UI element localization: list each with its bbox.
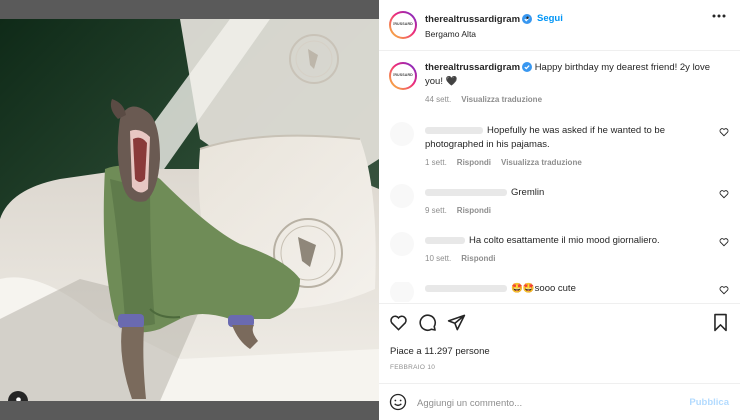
verified-badge-icon <box>522 62 533 72</box>
reply-link[interactable]: Rispondi <box>461 254 495 263</box>
comment-body: Gremlin <box>425 186 710 200</box>
comment-body: Ha colto esattamente il mio mood giornal… <box>425 234 710 248</box>
comment-item: 🤩🤩sooo cute <box>379 282 740 302</box>
caption-translate-link[interactable]: Visualizza traduzione <box>461 95 542 104</box>
comment-meta: 9 sett. Rispondi <box>425 206 710 215</box>
smiley-icon[interactable] <box>389 393 407 411</box>
reply-link[interactable]: Rispondi <box>457 158 491 167</box>
caption-age: 44 sett. <box>425 95 452 104</box>
comment-bubble-icon[interactable] <box>418 313 437 332</box>
comment-age: 1 sett. <box>425 158 447 167</box>
reply-link[interactable]: Rispondi <box>457 206 491 215</box>
publish-button[interactable]: Pubblica <box>689 397 729 408</box>
post-photo[interactable] <box>0 19 379 401</box>
commenter-avatar[interactable] <box>390 122 414 146</box>
comment-body: 🤩🤩sooo cute <box>425 282 710 296</box>
post-location[interactable]: Bergamo Alta <box>425 29 476 39</box>
comment-like-heart-icon[interactable] <box>719 127 729 137</box>
commenter-username-redacted[interactable] <box>425 188 507 196</box>
comment-input[interactable] <box>417 394 677 412</box>
comment-like-heart-icon[interactable] <box>719 285 729 295</box>
comment-body: Hopefully he was asked if he wanted to b… <box>425 124 710 152</box>
author-username-text: therealtrussardigram <box>425 14 521 25</box>
user-tag-icon <box>15 396 21 401</box>
comment-item: Ha colto esattamente il mio mood giornal… <box>379 232 740 263</box>
commenter-username-redacted[interactable] <box>425 236 465 244</box>
caption-body: therealtrussardigram Happy birthday my d… <box>425 61 726 89</box>
caption-meta: 44 sett. Visualizza traduzione <box>425 95 726 104</box>
commenter-avatar[interactable] <box>390 232 414 256</box>
commenter-avatar[interactable] <box>390 282 414 302</box>
avatar-logo-text: TRUSSARDI <box>392 22 414 27</box>
comment-text: 🤩🤩sooo cute <box>511 283 576 294</box>
comment-age: 9 sett. <box>425 206 447 215</box>
more-horizontal-icon[interactable] <box>712 14 726 18</box>
comment-age: 10 sett. <box>425 254 452 263</box>
post-header: TRUSSARDI therealtrussardigram • Segui B… <box>379 0 740 51</box>
commenter-username-redacted[interactable] <box>425 126 483 134</box>
bookmark-icon[interactable] <box>712 313 729 332</box>
dog-in-pajamas-image <box>0 19 379 401</box>
like-count-text: Piace a 11.297 persone <box>390 346 490 357</box>
post-details-panel: TRUSSARDI therealtrussardigram • Segui B… <box>379 0 740 420</box>
comment-translate-link[interactable]: Visualizza traduzione <box>501 158 582 167</box>
comment-item: Hopefully he was asked if he wanted to b… <box>379 122 740 167</box>
comment-text: Gremlin <box>511 187 545 198</box>
caption-avatar[interactable]: TRUSSARDI <box>389 62 417 90</box>
comment-like-heart-icon[interactable] <box>719 189 729 199</box>
like-count[interactable]: Piace a 11.297 persone <box>390 346 490 357</box>
post-date[interactable]: FEBBRAIO 10 <box>390 364 435 371</box>
author-avatar[interactable]: TRUSSARDI <box>389 11 417 39</box>
add-comment-bar: Pubblica <box>379 383 740 420</box>
commenter-username-redacted[interactable] <box>425 284 507 292</box>
follow-button[interactable]: Segui <box>537 13 563 24</box>
comment-item: Gremlin 9 sett. Rispondi <box>379 184 740 215</box>
comment-like-heart-icon[interactable] <box>719 237 729 247</box>
comment-text: Ha colto esattamente il mio mood giornal… <box>469 235 660 246</box>
avatar-logo-text: TRUSSARDI <box>392 73 414 78</box>
commenter-avatar[interactable] <box>390 184 414 208</box>
heart-icon[interactable] <box>389 313 408 332</box>
header-separator: • <box>526 13 530 23</box>
author-username[interactable]: therealtrussardigram <box>425 14 533 25</box>
comment-meta: 10 sett. Rispondi <box>425 254 710 263</box>
caption-username[interactable]: therealtrussardigram <box>425 62 520 73</box>
comment-meta: 1 sett. Rispondi Visualizza traduzione <box>425 158 710 167</box>
post-caption: TRUSSARDI therealtrussardigram Happy bir… <box>379 51 740 104</box>
paper-plane-icon[interactable] <box>447 313 466 332</box>
